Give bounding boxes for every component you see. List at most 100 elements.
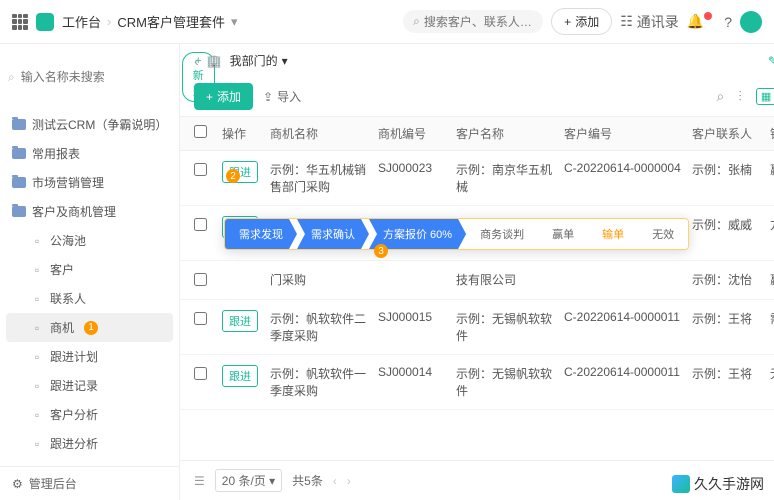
import-label: 导入 bbox=[277, 88, 301, 105]
add-label: 添加 bbox=[575, 13, 599, 30]
prev-page-icon[interactable]: ‹ bbox=[333, 474, 337, 488]
collapse-sidebar-icon[interactable]: ‹ bbox=[194, 53, 199, 69]
follow-button[interactable]: 跟进 bbox=[222, 310, 258, 332]
table-row[interactable]: 门采购技有限公司示例：沈怡赢单 bbox=[180, 261, 774, 300]
sidebar-search-input[interactable] bbox=[21, 70, 176, 84]
contacts-icon: ☷ bbox=[620, 13, 633, 30]
col-code[interactable]: 商机编号 bbox=[378, 125, 448, 142]
col-cust[interactable]: 客户名称 bbox=[456, 125, 556, 142]
pipeline-stage-0[interactable]: 需求发现 bbox=[225, 219, 297, 249]
sidebar-item-9[interactable]: ▫跟进记录 bbox=[0, 371, 179, 400]
row-checkbox[interactable] bbox=[194, 163, 207, 176]
sidebar-footer[interactable]: ⚙ 管理后台 bbox=[0, 466, 179, 500]
toolbar: + 添加 ⇪ 导入 ⌕ ⫶ ▦ ⟳ ⋯ bbox=[180, 77, 774, 116]
doc-icon: ▫ bbox=[30, 235, 44, 247]
table-row[interactable]: 跟进示例：帆软软件二季度采购SJ000015示例：无锡帆软软件C-2022061… bbox=[180, 300, 774, 355]
annotation-badge-3: 3 bbox=[374, 244, 388, 258]
sidebar-item-8[interactable]: ▫跟进计划 bbox=[0, 342, 179, 371]
cell-stage: 方案报价 bbox=[770, 216, 774, 233]
cell-contact: 示例：王将 bbox=[692, 365, 762, 382]
col-contact[interactable]: 客户联系人 bbox=[692, 125, 762, 142]
doc-icon: ▫ bbox=[30, 409, 44, 421]
cell-cust: 技有限公司 bbox=[456, 271, 556, 288]
user-avatar[interactable] bbox=[740, 11, 762, 33]
pipeline-stage-4[interactable]: 赢单 bbox=[538, 219, 588, 249]
col-name[interactable]: 商机名称 bbox=[270, 125, 370, 142]
cell-stage: 赢单 bbox=[770, 271, 774, 288]
edit-form-button[interactable]: ✎ 编辑表单 bbox=[768, 52, 774, 69]
row-checkbox[interactable] bbox=[194, 367, 207, 380]
plus-icon: + bbox=[564, 15, 571, 29]
table-header: 操作 商机名称 商机编号 客户名称 客户编号 客户联系人 销售阶段 bbox=[180, 116, 774, 151]
cell-contact: 示例：威威 bbox=[692, 216, 762, 233]
row-checkbox[interactable] bbox=[194, 273, 207, 286]
sidebar-item-5[interactable]: ▫客户 bbox=[0, 255, 179, 284]
department-selector[interactable]: 我部门的 ▾ bbox=[230, 52, 288, 69]
pipeline-stage-3[interactable]: 商务谈判 bbox=[466, 219, 538, 249]
sidebar-item-label: 公海池 bbox=[50, 232, 86, 249]
sidebar-item-1[interactable]: 常用报表 bbox=[0, 139, 179, 168]
app-logo bbox=[36, 13, 54, 31]
layout-icon[interactable]: ☰ bbox=[194, 474, 205, 488]
row-checkbox[interactable] bbox=[194, 218, 207, 231]
cell-name: 示例：帆软软件二季度采购 bbox=[270, 310, 370, 344]
select-all-checkbox[interactable] bbox=[194, 125, 207, 138]
add-record-button[interactable]: + 添加 bbox=[194, 83, 253, 110]
sidebar-item-7[interactable]: ▫商机1 bbox=[6, 313, 173, 342]
admin-label: 管理后台 bbox=[29, 475, 77, 492]
apps-grid-icon[interactable] bbox=[12, 14, 28, 30]
dropdown-icon[interactable]: ▾ bbox=[231, 14, 238, 30]
sidebar-item-12[interactable]: ▫商机分析 bbox=[0, 458, 179, 466]
sidebar-item-label: 跟进计划 bbox=[50, 348, 98, 365]
sidebar-item-0[interactable]: 测试云CRM（争霸说明） bbox=[0, 110, 179, 139]
pipeline-stage-1[interactable]: 需求确认 bbox=[297, 219, 369, 249]
import-button[interactable]: ⇪ 导入 bbox=[263, 88, 301, 105]
col-op: 操作 bbox=[222, 125, 262, 142]
cell-stage: 赢单 bbox=[770, 161, 774, 178]
breadcrumb-suite[interactable]: CRM客户管理套件 bbox=[117, 12, 225, 31]
sidebar-item-6[interactable]: ▫联系人 bbox=[0, 284, 179, 313]
main-content: ‹ 🏢 我部门的 ▾ ✎ 编辑表单 + 添加 ⇪ 导入 ⌕ ⫶ bbox=[180, 44, 774, 500]
cell-name: 门采购 bbox=[270, 271, 370, 288]
row-checkbox[interactable] bbox=[194, 312, 207, 325]
sidebar-item-label: 商机 bbox=[50, 319, 74, 336]
col-stage[interactable]: 销售阶段 bbox=[770, 125, 774, 142]
main-top-bar: ‹ 🏢 我部门的 ▾ ✎ 编辑表单 bbox=[180, 44, 774, 77]
search-icon: ⌕ bbox=[413, 14, 420, 29]
help-button[interactable]: ? bbox=[724, 14, 732, 30]
pipeline-stage-5[interactable]: 输单 bbox=[588, 219, 638, 249]
follow-button[interactable]: 跟进 bbox=[222, 365, 258, 387]
sidebar-item-3[interactable]: 客户及商机管理 bbox=[0, 197, 179, 226]
doc-icon: ▫ bbox=[30, 438, 44, 450]
sidebar-tree: 测试云CRM（争霸说明）常用报表市场营销管理客户及商机管理 ▫ 公海池 ▫客户▫联系人… bbox=[0, 110, 179, 466]
table-row[interactable]: 跟进示例：华五机械销售部门采购SJ000023示例：南京华五机械C-202206… bbox=[180, 151, 774, 206]
sidebar-item-4[interactable]: ▫ 公海池 bbox=[0, 226, 179, 255]
breadcrumb-workbench[interactable]: 工作台 bbox=[62, 12, 101, 31]
contacts-label: 通讯录 bbox=[637, 12, 679, 32]
page-size-label: 20 条/页 bbox=[222, 474, 266, 488]
filter-icon[interactable]: ⫶ bbox=[738, 88, 742, 105]
page-size-selector[interactable]: 20 条/页 ▾ bbox=[215, 469, 282, 492]
plus-icon: + bbox=[206, 90, 213, 104]
notifications-button[interactable]: 🔔 bbox=[687, 13, 716, 30]
view-cards-icon[interactable]: ▦ bbox=[756, 88, 774, 105]
sidebar-item-label: 跟进分析 bbox=[50, 435, 98, 452]
sidebar-item-label: 市场营销管理 bbox=[32, 174, 104, 191]
folder-icon bbox=[12, 206, 26, 218]
sidebar-item-label: 客户及商机管理 bbox=[32, 203, 116, 220]
global-search[interactable]: ⌕ bbox=[403, 10, 543, 33]
pipeline-stage-6[interactable]: 无效 bbox=[638, 219, 688, 249]
sidebar-item-10[interactable]: ▫客户分析 bbox=[0, 400, 179, 429]
cell-custcode: C-20220614-0000011 bbox=[564, 310, 684, 324]
table-row[interactable]: 跟进示例：帆软软件一季度采购SJ000014示例：无锡帆软软件C-2022061… bbox=[180, 355, 774, 410]
next-page-icon[interactable]: › bbox=[347, 474, 351, 488]
col-custcode[interactable]: 客户编号 bbox=[564, 125, 684, 142]
search-input[interactable] bbox=[424, 15, 533, 29]
header-add-button[interactable]: + 添加 bbox=[551, 8, 612, 35]
sidebar-item-11[interactable]: ▫ 跟进分析 bbox=[0, 429, 179, 458]
cell-code: SJ000014 bbox=[378, 365, 448, 379]
search-icon: ⌕ bbox=[8, 70, 15, 85]
search-icon[interactable]: ⌕ bbox=[717, 88, 725, 105]
sidebar-item-2[interactable]: 市场营销管理 bbox=[0, 168, 179, 197]
contacts-button[interactable]: ☷ 通讯录 bbox=[620, 12, 679, 32]
